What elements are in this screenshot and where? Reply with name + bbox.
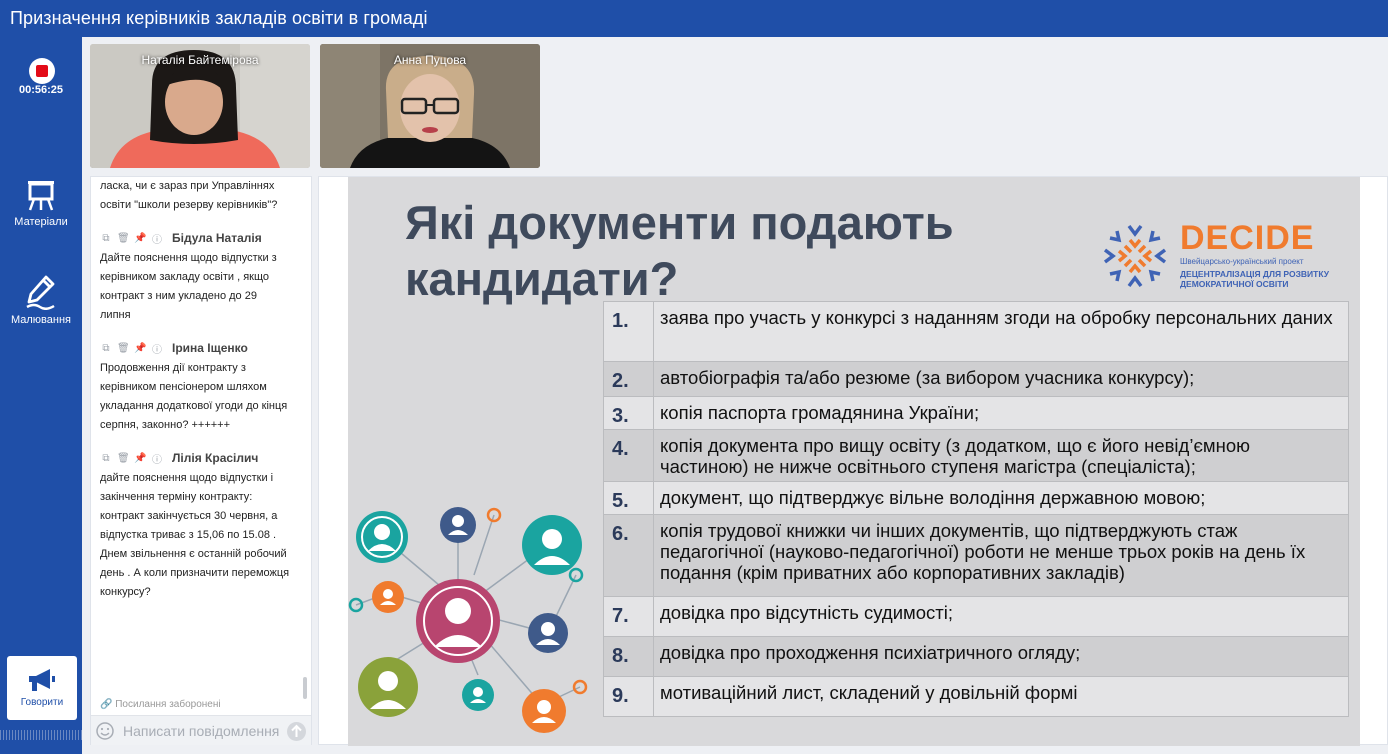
chat-message-header: ⧉ 🗑 📌 ⓘ Бідула Наталія — [100, 227, 311, 249]
record-stop-icon — [36, 65, 48, 77]
participant-name: Наталія Байтемірова — [141, 53, 259, 67]
documents-table: 1. заява про участь у конкурсі з надання… — [603, 301, 1349, 717]
megaphone-icon — [29, 669, 55, 691]
table-row: 2. автобіографія та/або резюме (за вибор… — [603, 361, 1349, 397]
participant-name: Анна Пуцова — [393, 53, 467, 67]
chat-message-header: ⧉ 🗑 📌 ⓘ Лілія Красілич — [100, 447, 311, 469]
copy-icon[interactable]: ⧉ — [100, 343, 112, 354]
talk-label: Говорити — [20, 697, 64, 708]
item-number: 6. — [603, 514, 654, 597]
snowflake-logo-icon — [1103, 224, 1167, 288]
decide-subtitle: Швейцарсько-український проект — [1180, 257, 1304, 266]
materials-button[interactable]: Матеріали — [0, 178, 82, 228]
decide-tagline-line-1: ДЕЦЕНТРАЛІЗАЦІЯ ДЛЯ РОЗВИТКУ — [1180, 269, 1330, 279]
pen-draw-icon — [26, 275, 55, 310]
chat-message: ⧉ 🗑 📌 ⓘ Бідула Наталія Дайте пояснення щ… — [100, 227, 311, 325]
table-row: 6. копія трудової книжки чи інших докуме… — [603, 514, 1349, 597]
copy-icon[interactable]: ⧉ — [100, 453, 112, 464]
item-text: документ, що підтверджує вільне володінн… — [653, 481, 1349, 515]
materials-label: Матеріали — [14, 216, 68, 228]
info-icon[interactable]: ⓘ — [151, 341, 163, 356]
links-forbidden-note: 🔗 Посилання заборонені — [100, 699, 221, 710]
presentation-board-icon — [28, 181, 54, 211]
chat-messages[interactable]: ласка, чи є зараз при Управліннях освіти… — [91, 177, 311, 717]
people-network-illustration — [348, 507, 588, 733]
item-number: 4. — [603, 429, 654, 482]
left-sidebar: 00:56:25 Матеріали Малювання Говорити — [0, 37, 82, 754]
delete-icon[interactable]: 🗑 — [117, 343, 130, 354]
recording-timer: 00:56:25 — [18, 84, 64, 96]
chat-message-input[interactable] — [123, 721, 281, 741]
info-icon[interactable]: ⓘ — [151, 231, 163, 246]
presentation-slide: Які документи подають кандидати? DECIDE … — [348, 177, 1360, 746]
item-text: довідка про проходження психіатричного о… — [653, 636, 1349, 677]
drawing-button[interactable]: Малювання — [0, 274, 82, 326]
video-tile-participant-2[interactable]: Анна Пуцова — [320, 44, 540, 168]
item-text: заява про участь у конкурсі з наданням з… — [653, 301, 1349, 362]
item-number: 7. — [603, 596, 654, 637]
item-number: 2. — [603, 361, 654, 397]
chat-author: Лілія Красілич — [172, 451, 259, 465]
chat-message-header: ⧉ 🗑 📌 ⓘ Ірина Іщенко — [100, 337, 311, 359]
chat-scrollbar[interactable] — [303, 677, 307, 699]
item-text: копія паспорта громадянина України; — [653, 396, 1349, 430]
pin-icon[interactable]: 📌 — [134, 343, 146, 354]
info-icon[interactable]: ⓘ — [151, 451, 163, 466]
table-row: 1. заява про участь у конкурсі з надання… — [603, 301, 1349, 362]
table-row: 9. мотиваційний лист, складений у довіль… — [603, 676, 1349, 717]
chat-input-bar — [91, 715, 311, 745]
table-row: 7. довідка про відсутність судимості; — [603, 596, 1349, 637]
chat-author: Ірина Іщенко — [172, 341, 248, 355]
sidebar-resize-grip[interactable] — [0, 730, 82, 740]
talk-button[interactable]: Говорити — [7, 656, 77, 720]
send-arrow-icon — [291, 724, 302, 737]
send-button[interactable] — [287, 722, 306, 741]
item-text: мотиваційний лист, складений у довільній… — [653, 676, 1349, 717]
copy-icon[interactable]: ⧉ — [100, 233, 112, 244]
link-icon: 🔗 — [100, 699, 113, 710]
record-button[interactable] — [29, 58, 55, 84]
table-row: 5. документ, що підтверджує вільне волод… — [603, 481, 1349, 515]
decide-logo: DECIDE Швейцарсько-український проект ДЕ… — [1098, 219, 1338, 299]
item-number: 3. — [603, 396, 654, 430]
chat-message-text: Дайте пояснення щодо відпустки з керівни… — [100, 252, 277, 321]
item-number: 5. — [603, 481, 654, 515]
slide-title: Які документи подають кандидати? — [405, 196, 954, 305]
links-forbidden-text: Посилання заборонені — [115, 699, 221, 710]
video-tile-participant-1[interactable]: Наталія Байтемірова — [90, 44, 310, 168]
top-bar: Призначення керівників закладів освіти в… — [0, 0, 1388, 37]
item-number: 9. — [603, 676, 654, 717]
chat-message-fragment: ласка, чи є зараз при Управліннях освіти… — [100, 180, 278, 211]
chat-author: Бідула Наталія — [172, 231, 262, 245]
chat-panel: ласка, чи є зараз при Управліннях освіти… — [90, 176, 312, 745]
delete-icon[interactable]: 🗑 — [117, 453, 130, 464]
chat-message-text: дайте пояснення щодо відпустки і закінче… — [100, 472, 290, 598]
drawing-label: Малювання — [10, 314, 72, 326]
item-text: автобіографія та/або резюме (за вибором … — [653, 361, 1349, 397]
table-row: 3. копія паспорта громадянина України; — [603, 396, 1349, 430]
delete-icon[interactable]: 🗑 — [117, 233, 130, 244]
item-text: копія трудової книжки чи інших документі… — [653, 514, 1349, 597]
presentation-area: Які документи подають кандидати? DECIDE … — [318, 176, 1388, 746]
chat-message-text: Продовження дії контракту з керівником п… — [100, 362, 288, 431]
table-row: 4. копія документа про вищу освіту (з до… — [603, 429, 1349, 482]
item-number: 1. — [603, 301, 654, 362]
item-text: довідка про відсутність судимості; — [653, 596, 1349, 637]
decide-tagline: ДЕЦЕНТРАЛІЗАЦІЯ ДЛЯ РОЗВИТКУ ДЕМОКРАТИЧН… — [1180, 269, 1329, 289]
decide-tagline-line-2: ДЕМОКРАТИЧНОЇ ОСВІТИ — [1180, 279, 1289, 289]
item-number: 8. — [603, 636, 654, 677]
chat-message: ⧉ 🗑 📌 ⓘ Лілія Красілич дайте пояснення щ… — [100, 447, 311, 602]
item-text: копія документа про вищу освіту (з додат… — [653, 429, 1349, 482]
meeting-title: Призначення керівників закладів освіти в… — [10, 8, 428, 28]
emoji-icon[interactable] — [95, 721, 115, 741]
decide-wordmark: DECIDE — [1180, 219, 1315, 257]
table-row: 8. довідка про проходження психіатричног… — [603, 636, 1349, 677]
pin-icon[interactable]: 📌 — [134, 233, 146, 244]
chat-message: ⧉ 🗑 📌 ⓘ Ірина Іщенко Продовження дії кон… — [100, 337, 311, 435]
pin-icon[interactable]: 📌 — [134, 453, 146, 464]
